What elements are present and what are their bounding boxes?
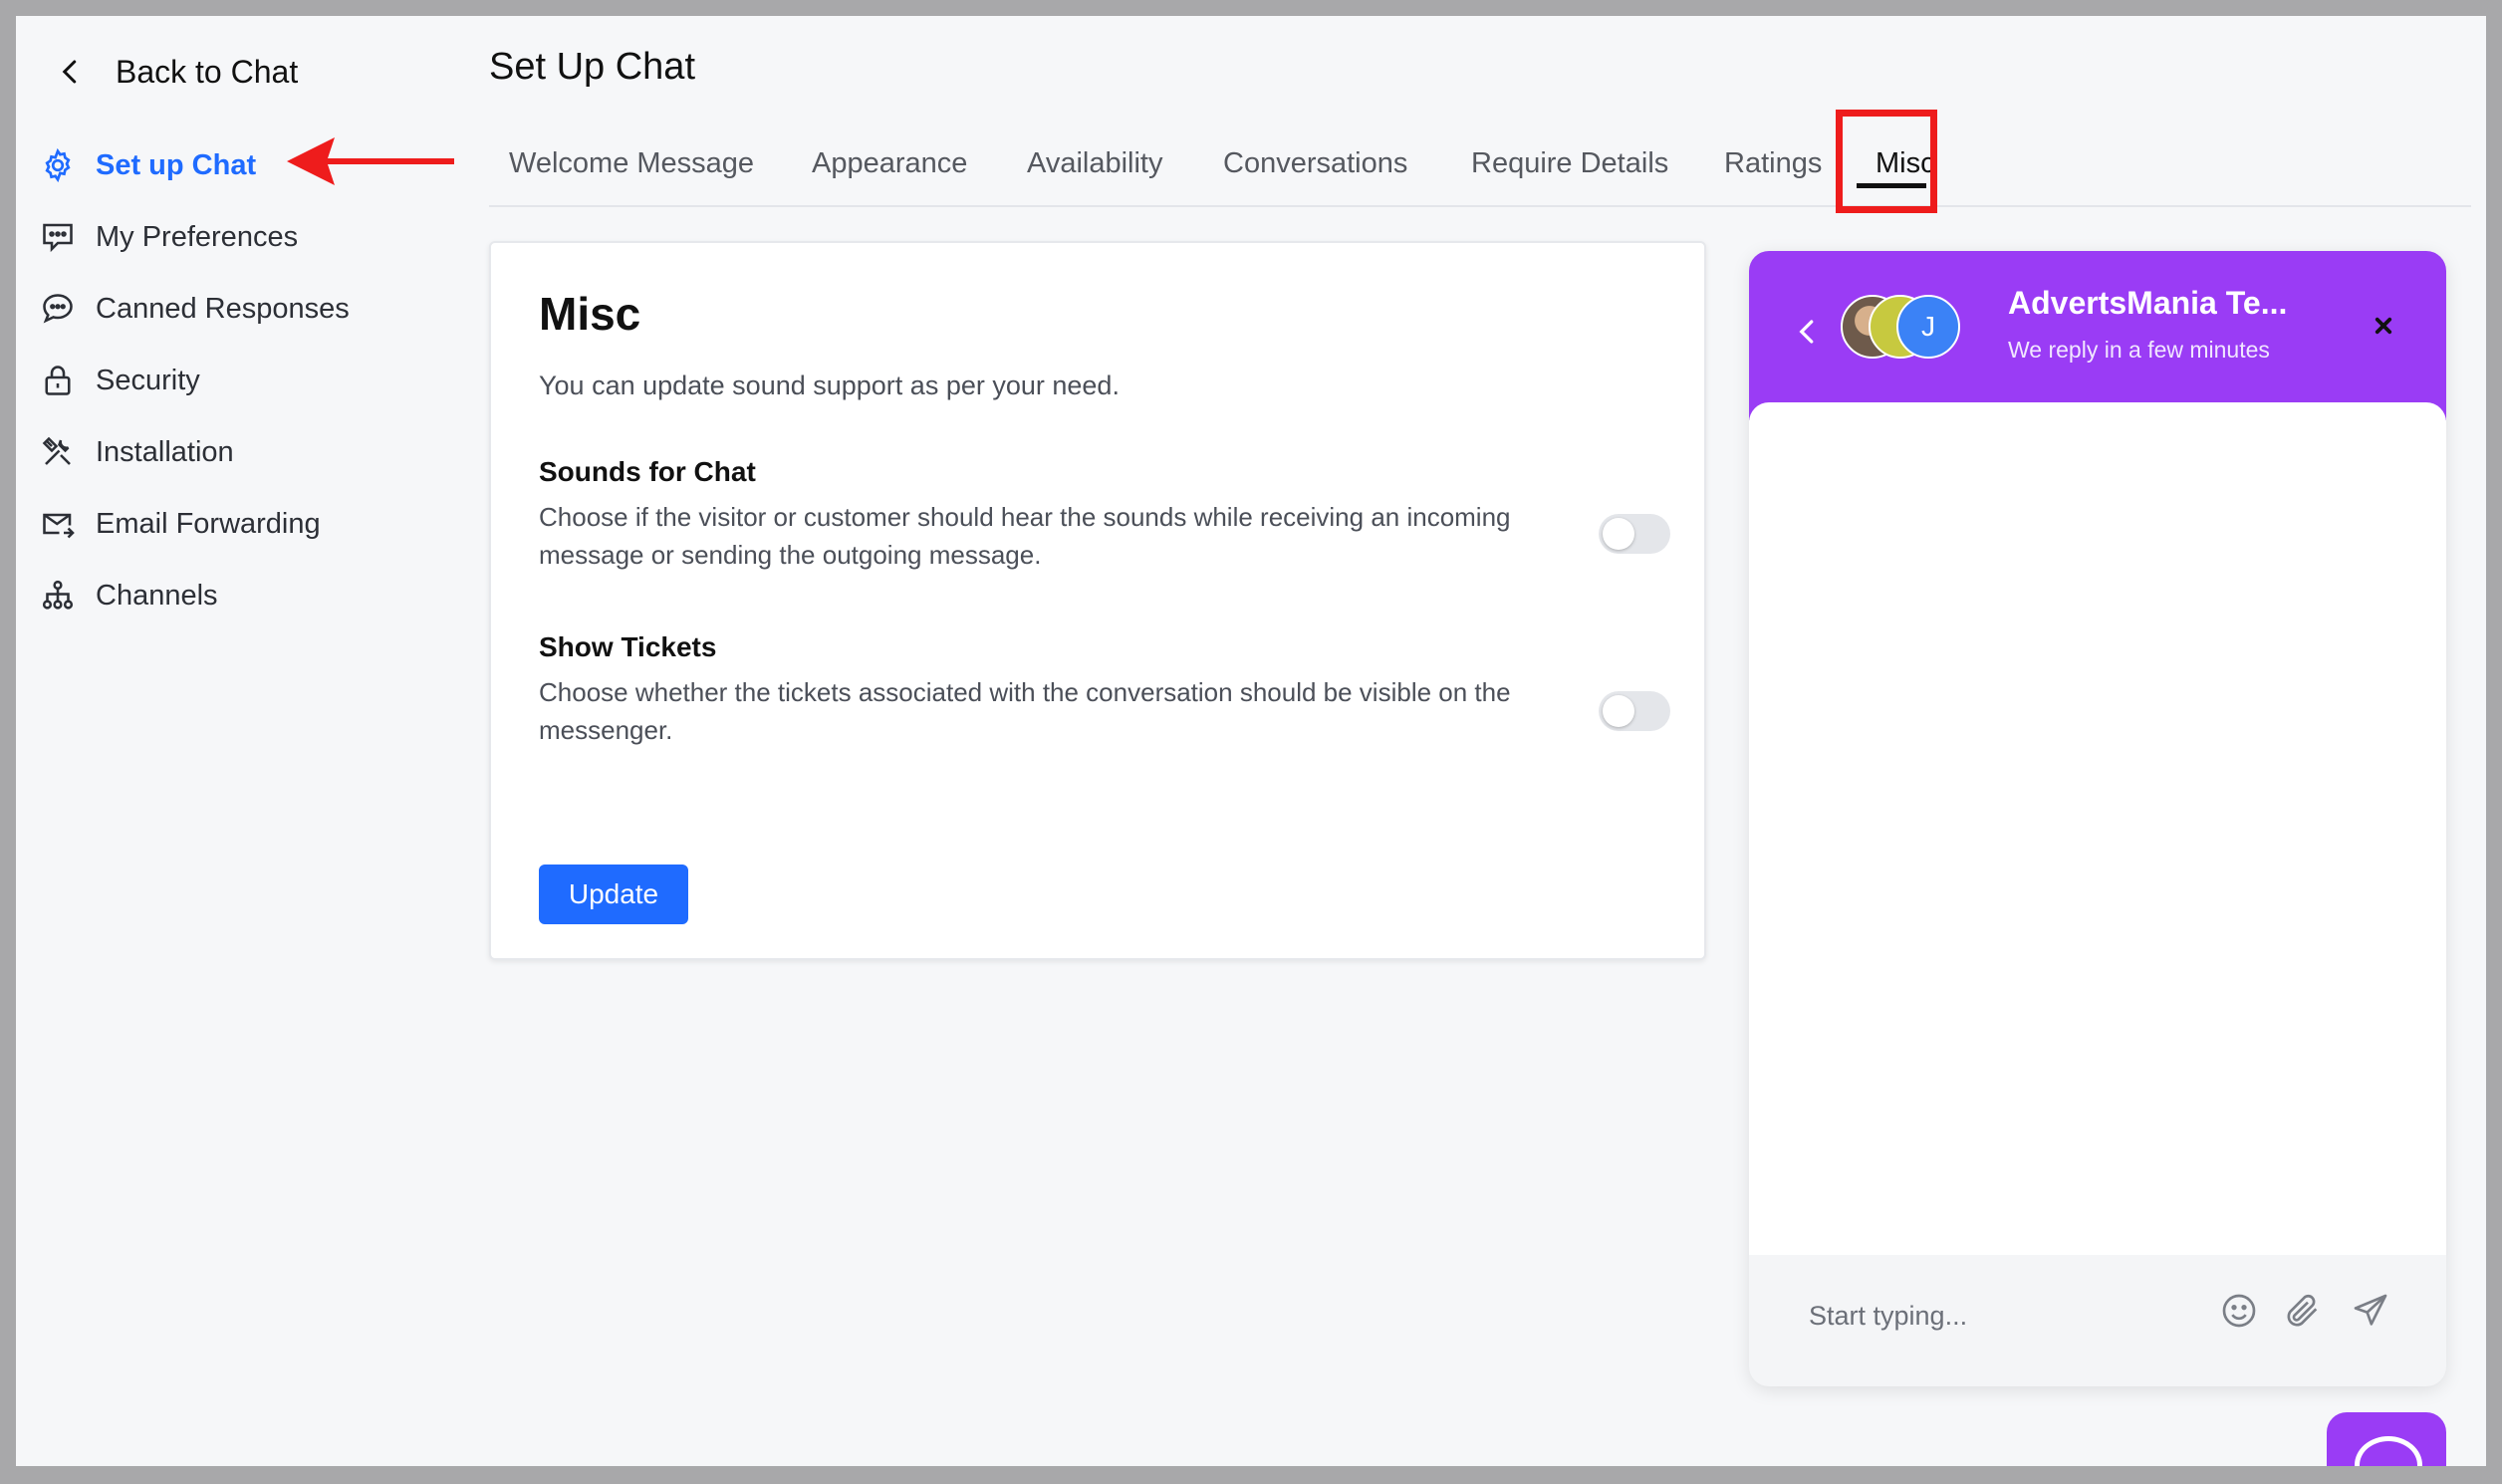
send-icon[interactable] — [2351, 1291, 2390, 1331]
tools-icon — [42, 436, 71, 465]
setting-title-show-tickets: Show Tickets — [539, 631, 717, 662]
annotation-highlight-box — [1836, 110, 1937, 213]
page-title: Set Up Chat — [489, 46, 695, 88]
update-button[interactable]: Update — [539, 865, 688, 924]
setting-desc-sounds: Choose if the visitor or customer should… — [539, 502, 1511, 570]
sidebar-item-security[interactable]: Security — [40, 355, 200, 406]
team-avatars: J — [1841, 295, 1964, 359]
team-name: AdvertsMania Te... — [2008, 285, 2288, 321]
email-forward-icon — [43, 513, 75, 539]
attachment-icon[interactable] — [2283, 1291, 2323, 1331]
messenger-body — [1749, 402, 2446, 1255]
annotation-arrow — [287, 137, 454, 185]
channels-icon — [42, 580, 74, 610]
toggle-knob — [1603, 518, 1634, 550]
sidebar-item-channels[interactable]: Channels — [40, 570, 218, 621]
tab-appearance[interactable]: Appearance — [812, 147, 967, 180]
app-window: Back to Chat Set up Chat My Preferences … — [16, 16, 2486, 1466]
messenger-header: J AdvertsMania Te... We reply in a few m… — [1749, 251, 2446, 420]
setting-title-sounds: Sounds for Chat — [539, 456, 756, 487]
back-to-chat-link[interactable]: Back to Chat — [56, 46, 298, 98]
card-title: Misc — [539, 288, 641, 340]
sidebar-item-label: Set up Chat — [96, 148, 257, 181]
chevron-left-icon — [62, 60, 77, 84]
sidebar-item-label: Email Forwarding — [96, 507, 321, 540]
message-input[interactable] — [1807, 1295, 2189, 1337]
sidebar-item-canned-responses[interactable]: Canned Responses — [40, 283, 350, 335]
sidebar-item-set-up-chat[interactable]: Set up Chat — [40, 139, 256, 191]
setting-desc-show-tickets: Choose whether the tickets associated wi… — [539, 677, 1511, 745]
tab-require-details[interactable]: Require Details — [1471, 147, 1668, 180]
reply-status: We reply in a few minutes — [2008, 337, 2270, 363]
chevron-left-icon[interactable] — [1793, 317, 1823, 347]
avatar: J — [1896, 295, 1960, 359]
sidebar-item-my-preferences[interactable]: My Preferences — [40, 211, 298, 263]
tab-bar: Welcome Message Appearance Availability … — [489, 133, 2471, 207]
toggle-knob — [1603, 695, 1634, 727]
card-subtitle: You can update sound support as per your… — [539, 371, 1120, 400]
misc-settings-card: Misc You can update sound support as per… — [489, 241, 1706, 960]
sounds-toggle[interactable] — [1599, 514, 1670, 554]
messenger-preview: J AdvertsMania Te... We reply in a few m… — [1749, 251, 2446, 1386]
back-label: Back to Chat — [116, 53, 299, 90]
sidebar-item-label: Security — [96, 364, 200, 396]
gear-icon — [45, 147, 71, 183]
show-tickets-toggle[interactable] — [1599, 691, 1670, 731]
tab-conversations[interactable]: Conversations — [1223, 147, 1407, 180]
tab-ratings[interactable]: Ratings — [1724, 147, 1822, 180]
emoji-icon[interactable] — [2219, 1291, 2259, 1331]
sidebar-item-label: Installation — [96, 435, 234, 468]
sidebar-item-label: Canned Responses — [96, 292, 350, 325]
sidebar-item-email-forwarding[interactable]: Email Forwarding — [40, 498, 321, 550]
sidebar-item-label: My Preferences — [96, 220, 299, 253]
chat-launcher-icon — [2355, 1436, 2422, 1466]
preferences-icon — [43, 223, 73, 253]
tab-welcome-message[interactable]: Welcome Message — [509, 147, 754, 180]
messenger-launcher-button[interactable] — [2327, 1412, 2446, 1466]
chat-bubble-icon — [43, 294, 73, 324]
sidebar-item-installation[interactable]: Installation — [40, 426, 234, 478]
close-icon[interactable] — [2369, 311, 2398, 341]
sidebar-item-label: Channels — [96, 579, 218, 612]
lock-icon — [45, 366, 71, 395]
tab-availability[interactable]: Availability — [1027, 147, 1162, 180]
